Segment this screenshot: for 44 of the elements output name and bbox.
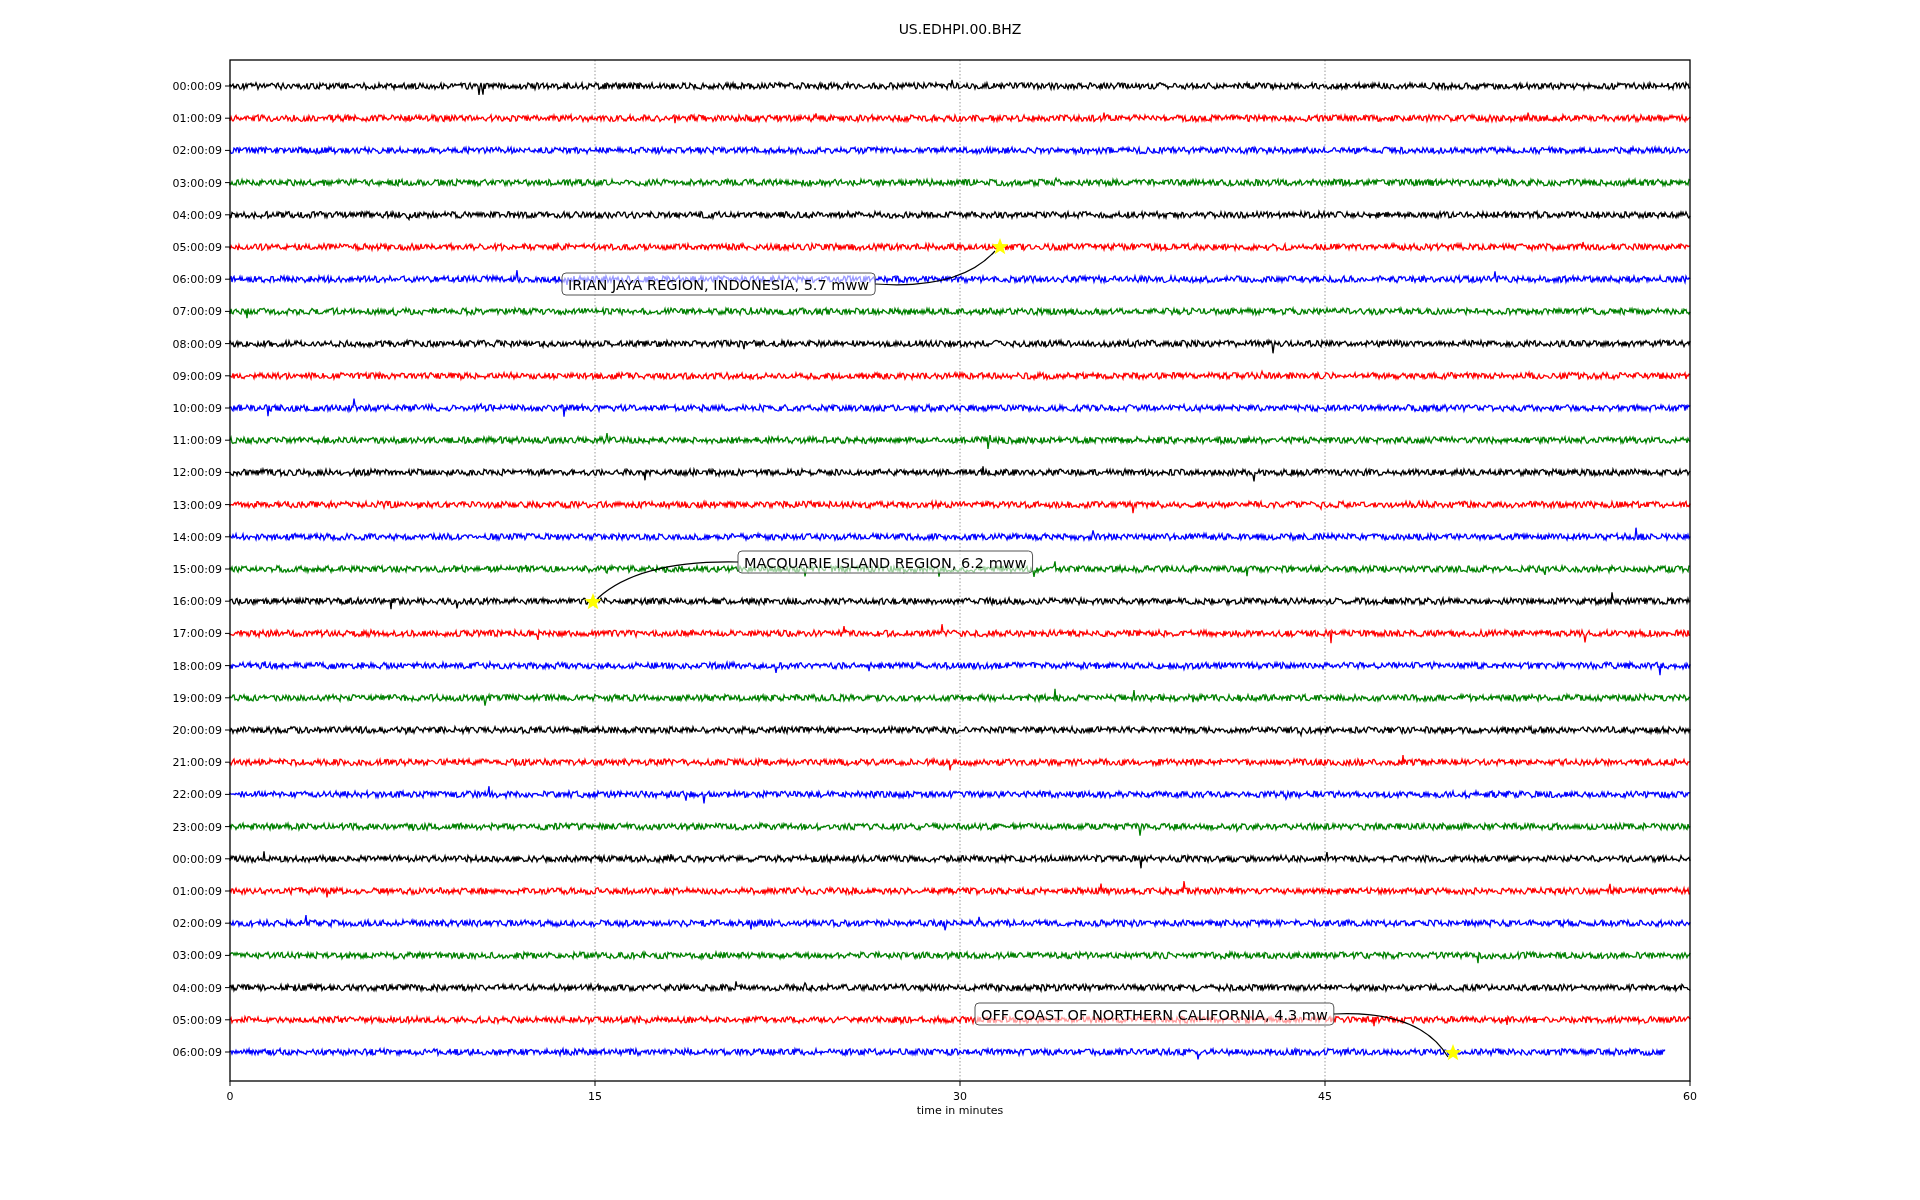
time-label: 01:00:09 bbox=[172, 112, 222, 126]
time-label: 05:00:09 bbox=[172, 1013, 222, 1027]
axis-title: time in minutes bbox=[916, 1104, 1004, 1117]
star-icon bbox=[1444, 1044, 1462, 1061]
star-icon bbox=[991, 238, 1009, 255]
time-label: 20:00:09 bbox=[172, 724, 222, 737]
time-label: 17:00:09 bbox=[172, 627, 222, 641]
time-label: 03:00:09 bbox=[172, 176, 222, 190]
tick-label: 0 bbox=[226, 1090, 234, 1103]
time-label: 19:00:09 bbox=[172, 691, 222, 705]
event-callout: OFF COAST OF NORTHERN CALIFORNIA, 4.3 mw bbox=[974, 1002, 1335, 1026]
time-label: 04:00:09 bbox=[172, 208, 222, 222]
star-icon bbox=[584, 593, 602, 610]
event-callout: MACQUARIE ISLAND REGION, 6.2 mww bbox=[737, 550, 1034, 574]
time-label: 00:00:09 bbox=[172, 80, 222, 93]
tick-label: 30 bbox=[953, 1090, 967, 1103]
event-callout: IRIAN JAYA REGION, INDONESIA, 5.7 mww bbox=[561, 272, 876, 296]
time-label: 05:00:09 bbox=[172, 241, 222, 254]
time-label: 22:00:09 bbox=[172, 788, 222, 802]
tick-label: 60 bbox=[1683, 1090, 1697, 1103]
time-label: 02:00:09 bbox=[172, 144, 222, 158]
time-label: 21:00:09 bbox=[172, 756, 222, 770]
time-label: 18:00:09 bbox=[172, 659, 222, 673]
time-label: 12:00:09 bbox=[172, 466, 222, 480]
time-label: 16:00:09 bbox=[172, 595, 222, 609]
chart-title: US.EDHPI.00.BHZ bbox=[898, 21, 1022, 37]
tick-label: 45 bbox=[1318, 1090, 1332, 1103]
time-label: 04:00:09 bbox=[172, 981, 222, 995]
time-label: 01:00:09 bbox=[172, 885, 222, 898]
tick-label: 15 bbox=[588, 1090, 602, 1103]
time-label: 09:00:09 bbox=[172, 369, 222, 383]
time-label: 08:00:09 bbox=[172, 337, 222, 351]
time-label: 06:00:09 bbox=[172, 273, 222, 287]
time-label: 14:00:09 bbox=[172, 530, 222, 544]
time-label: 15:00:09 bbox=[172, 563, 222, 576]
time-label: 13:00:09 bbox=[172, 498, 222, 512]
time-label: 10:00:09 bbox=[172, 402, 222, 415]
time-label: 07:00:09 bbox=[172, 305, 222, 319]
time-label: 02:00:09 bbox=[172, 917, 222, 931]
time-label: 00:00:09 bbox=[172, 852, 222, 866]
time-label: 03:00:09 bbox=[172, 949, 222, 963]
time-label: 11:00:09 bbox=[172, 434, 222, 448]
time-label: 23:00:09 bbox=[172, 820, 222, 834]
time-label: 06:00:09 bbox=[172, 1046, 222, 1059]
